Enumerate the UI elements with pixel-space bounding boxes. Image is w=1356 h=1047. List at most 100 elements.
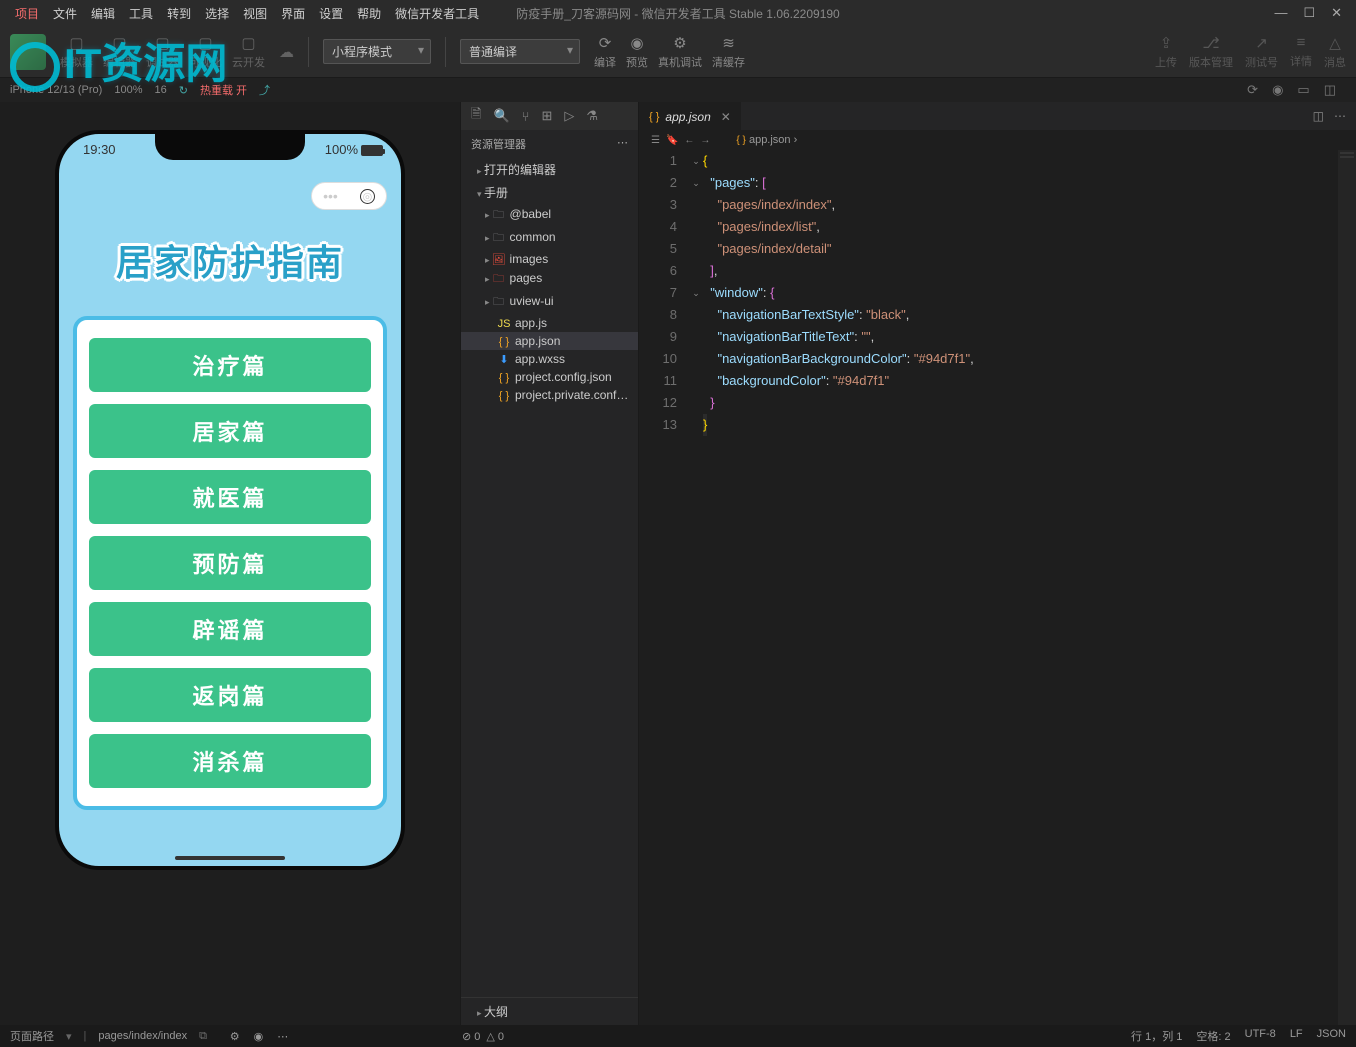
page-path[interactable]: pages/index/index [98, 1030, 187, 1042]
file-pages[interactable]: ▸🗀pages [461, 268, 638, 291]
menu-8[interactable]: 设置 [312, 5, 350, 22]
window-maximize[interactable]: ☐ [1303, 5, 1315, 21]
status-battery: 100% [325, 142, 383, 157]
action-真机调试[interactable]: ⚙真机调试 [658, 34, 702, 70]
action-清缓存[interactable]: ≋清缓存 [712, 34, 745, 70]
open-editors-section[interactable]: 打开的编辑器 [461, 158, 638, 181]
cloud-dev-icon[interactable]: ☁ [279, 43, 294, 61]
minimap[interactable] [1338, 150, 1356, 1025]
statusbar: 页面路径▾| pages/index/index ⧉ ⚙ ◉ ⋯ ⊘ 0 △ 0… [0, 1025, 1356, 1047]
device-bar: iPhone 12/13 (Pro) 100% 16 ↻ 热重载 开 ⤴ ⟳◉▭… [0, 78, 1356, 102]
device-zoom[interactable]: 100% [114, 84, 142, 96]
menu-7[interactable]: 界面 [274, 5, 312, 22]
user-avatar[interactable] [10, 34, 46, 70]
dev-icon-3[interactable]: ◫ [1324, 82, 1336, 98]
category-button[interactable]: 辟谣篇 [89, 602, 371, 656]
tb-可视化[interactable]: ▢可视化 [189, 34, 222, 70]
category-button[interactable]: 居家篇 [89, 404, 371, 458]
file-uview-ui[interactable]: ▸🗀uview-ui [461, 291, 638, 314]
debug-icon[interactable]: ▷ [564, 108, 574, 124]
project-section[interactable]: 手册 [461, 181, 638, 204]
sim-settings-icon[interactable]: ⚙ [230, 1030, 240, 1043]
phone-frame: 19:30 100% •••◎ 居家防护指南 治疗篇居家篇就医篇预防篇辟谣篇返岗… [55, 130, 405, 870]
page-path-label[interactable]: 页面路径 [10, 1028, 54, 1044]
right-上传[interactable]: ⇪上传 [1155, 34, 1177, 70]
dev-icon-0[interactable]: ⟳ [1247, 82, 1258, 98]
category-button[interactable]: 治疗篇 [89, 338, 371, 392]
mode-select[interactable]: 小程序模式 [323, 39, 431, 64]
window-minimize[interactable]: — [1274, 5, 1287, 21]
file-project.config.json[interactable]: { }project.config.json [461, 368, 638, 386]
right-测试号[interactable]: ↗测试号 [1245, 34, 1278, 70]
menu-6[interactable]: 视图 [236, 5, 274, 22]
toolbar: ▢模拟器 ▢编辑器 ▢调试器 ▢可视化 ▢云开发 ☁ 小程序模式 普通编译 ⟳编译 ◉预览… [0, 26, 1356, 78]
sb-LF[interactable]: LF [1290, 1028, 1303, 1044]
file-app.json[interactable]: { }app.json [461, 332, 638, 350]
scene-icon[interactable]: ⚗ [586, 108, 598, 124]
right-详情[interactable]: ≡详情 [1290, 34, 1312, 70]
file-project.private.config.js...[interactable]: { }project.private.config.js... [461, 386, 638, 404]
sim-eye-icon[interactable]: ◉ [254, 1030, 264, 1043]
sim-more-icon[interactable]: ⋯ [277, 1030, 288, 1043]
explorer-pane: 🗎 🔍 ⑂ ⊞ ▷ ⚗ 资源管理器 ⋯ 打开的编辑器 手册 ▸🗀@babel▸🗀c… [460, 102, 638, 1025]
category-button[interactable]: 预防篇 [89, 536, 371, 590]
sb-UTF-8[interactable]: UTF-8 [1245, 1028, 1276, 1044]
menu-5[interactable]: 选择 [198, 5, 236, 22]
menu-2[interactable]: 编辑 [84, 5, 122, 22]
action-预览[interactable]: ◉预览 [626, 34, 648, 70]
explorer-title: 资源管理器 [471, 136, 526, 152]
menu-3[interactable]: 工具 [122, 5, 160, 22]
search-icon[interactable]: 🔍 [493, 108, 509, 124]
capsule-button[interactable]: •••◎ [311, 182, 387, 210]
category-button[interactable]: 就医篇 [89, 470, 371, 524]
hot-reload[interactable]: 热重载 开 [200, 82, 247, 98]
window-close[interactable]: ✕ [1331, 5, 1342, 21]
device-font[interactable]: 16 [154, 84, 166, 96]
explorer-icon[interactable]: 🗎 [471, 105, 481, 127]
tb-编辑器[interactable]: ▢编辑器 [103, 34, 136, 70]
compile-select[interactable]: 普通编译 [460, 39, 580, 64]
home-indicator [175, 856, 285, 860]
right-版本管理[interactable]: ⎇版本管理 [1189, 34, 1233, 70]
tb-调试器[interactable]: ▢调试器 [146, 34, 179, 70]
warnings-count[interactable]: △ 0 [486, 1030, 504, 1043]
errors-count[interactable]: ⊘ 0 [462, 1030, 480, 1043]
window-title: 防疫手册_刀客源码网 - 微信开发者工具 Stable 1.06.2209190 [516, 5, 839, 22]
branch-icon[interactable]: ⑂ [522, 109, 530, 124]
outline-section[interactable]: 大纲 [461, 997, 638, 1025]
file-common[interactable]: ▸🗀common [461, 227, 638, 250]
split-editor-icon[interactable]: ◫ [1313, 109, 1324, 123]
category-button[interactable]: 返岗篇 [89, 668, 371, 722]
action-编译[interactable]: ⟳编译 [594, 34, 616, 70]
sb-空格: 2[interactable]: 空格: 2 [1196, 1028, 1230, 1044]
copy-path-icon[interactable]: ⧉ [199, 1030, 207, 1043]
editor-pane: { }app.json✕ ◫ ⋯ ☰🔖←→ { } app.json › 1234… [638, 102, 1356, 1025]
device-name[interactable]: iPhone 12/13 (Pro) [10, 84, 102, 96]
category-button[interactable]: 消杀篇 [89, 734, 371, 788]
file-@babel[interactable]: ▸🗀@babel [461, 204, 638, 227]
file-app.wxss[interactable]: ⬇app.wxss [461, 350, 638, 368]
close-tab-icon[interactable]: ✕ [721, 110, 731, 124]
menu-0[interactable]: 项目 [8, 5, 46, 22]
phone-notch [155, 134, 305, 160]
dev-icon-2[interactable]: ▭ [1297, 82, 1309, 98]
editor-tab[interactable]: { }app.json✕ [639, 102, 741, 130]
menu-9[interactable]: 帮助 [350, 5, 388, 22]
tb-云开发[interactable]: ▢云开发 [232, 34, 265, 70]
menu-10[interactable]: 微信开发者工具 [388, 5, 486, 22]
right-消息[interactable]: △消息 [1324, 34, 1346, 70]
ext-icon[interactable]: ⊞ [541, 108, 552, 124]
titlebar: 项目文件编辑工具转到选择视图界面设置帮助微信开发者工具 防疫手册_刀客源码网 -… [0, 0, 1356, 26]
menu-4[interactable]: 转到 [160, 5, 198, 22]
editor-more-icon[interactable]: ⋯ [1334, 109, 1346, 123]
file-images[interactable]: ▸🖼images [461, 250, 638, 268]
breadcrumb[interactable]: ☰🔖←→ { } app.json › [639, 130, 1356, 150]
explorer-more-icon[interactable]: ⋯ [617, 136, 628, 152]
menu-1[interactable]: 文件 [46, 5, 84, 22]
file-app.js[interactable]: JSapp.js [461, 314, 638, 332]
sb-JSON[interactable]: JSON [1317, 1028, 1346, 1044]
tb-模拟器[interactable]: ▢模拟器 [60, 34, 93, 70]
sb-行 1，列 1[interactable]: 行 1，列 1 [1131, 1028, 1182, 1044]
code-editor[interactable]: 12345678910111213 ⌄⌄⌄ { "pages": [ "page… [639, 150, 1356, 1025]
dev-icon-1[interactable]: ◉ [1272, 82, 1283, 98]
